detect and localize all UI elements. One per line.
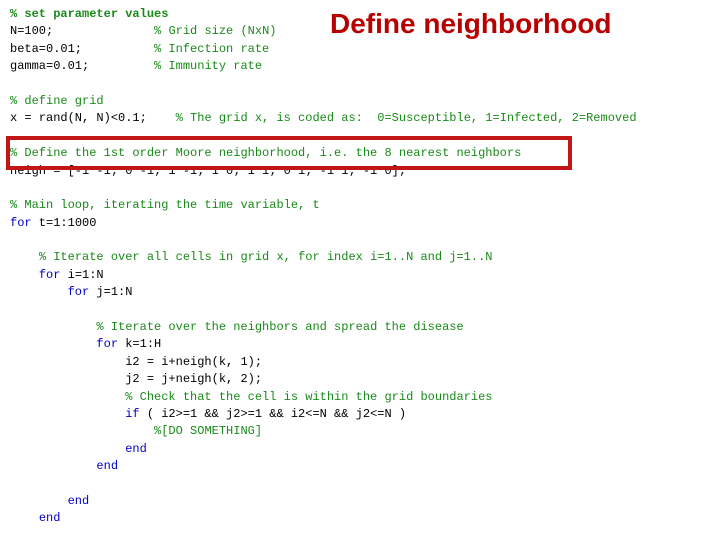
kw-for-k: for bbox=[96, 337, 118, 351]
comment-bounds: % Check that the cell is within the grid… bbox=[125, 390, 492, 404]
comment-x: % The grid x, is coded as: 0=Susceptible… bbox=[176, 111, 637, 125]
comment-define-grid: % define grid bbox=[10, 94, 104, 108]
comment-beta: % Infection rate bbox=[154, 42, 269, 56]
line-gamma: gamma=0.01; bbox=[10, 59, 89, 73]
line-for-k: k=1:H bbox=[118, 337, 161, 351]
kw-for-j: for bbox=[68, 285, 90, 299]
kw-end-i: end bbox=[39, 511, 61, 525]
line-x: x = rand(N, N)<0.1; bbox=[10, 111, 147, 125]
comment-mainloop: % Main loop, iterating the time variable… bbox=[10, 198, 320, 212]
comment-set-params: % set parameter values bbox=[10, 7, 168, 21]
kw-end-if: end bbox=[125, 442, 147, 456]
line-for-t: t=1:1000 bbox=[32, 216, 97, 230]
line-for-i: i=1:N bbox=[60, 268, 103, 282]
line-for-j: j=1:N bbox=[89, 285, 132, 299]
comment-N: % Grid size (NxN) bbox=[154, 24, 276, 38]
line-neigh: neigh = [-1 -1; 0 -1; 1 -1; 1 0; 1 1; 0 … bbox=[10, 164, 406, 178]
kw-if: if bbox=[125, 407, 139, 421]
line-beta: beta=0.01; bbox=[10, 42, 82, 56]
comment-do: %[DO SOMETHING] bbox=[154, 424, 262, 438]
comment-iter-cells: % Iterate over all cells in grid x, for … bbox=[39, 250, 493, 264]
kw-end-k: end bbox=[96, 459, 118, 473]
line-N: N=100; bbox=[10, 24, 53, 38]
line-if-cond: ( i2>=1 && j2>=1 && i2<=N && j2<=N ) bbox=[140, 407, 406, 421]
comment-gamma: % Immunity rate bbox=[154, 59, 262, 73]
line-j2: j2 = j+neigh(k, 2); bbox=[125, 372, 262, 386]
code-block: % set parameter values N=100; % Grid siz… bbox=[10, 6, 710, 540]
kw-for-t: for bbox=[10, 216, 32, 230]
kw-end-j: end bbox=[68, 494, 90, 508]
kw-for-i: for bbox=[39, 268, 61, 282]
line-i2: i2 = i+neigh(k, 1); bbox=[125, 355, 262, 369]
comment-neigh: % Define the 1st order Moore neighborhoo… bbox=[10, 146, 521, 160]
comment-iter-neigh: % Iterate over the neighbors and spread … bbox=[96, 320, 463, 334]
